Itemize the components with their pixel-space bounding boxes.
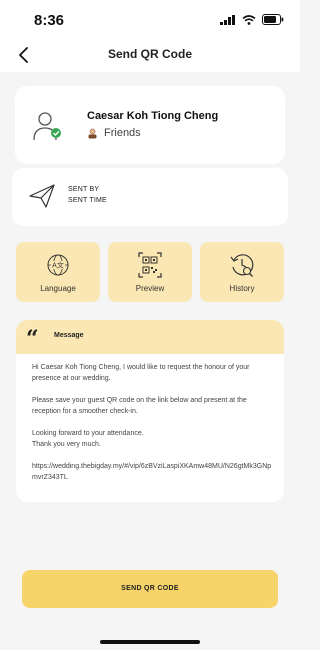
message-instructions: Please save your guest QR code on the li… <box>32 397 247 415</box>
relation-label: Friends <box>104 127 141 139</box>
wifi-icon <box>242 14 256 25</box>
history-button[interactable]: History <box>200 242 284 302</box>
avatar-icon <box>33 112 61 141</box>
history-icon <box>230 254 254 277</box>
message-body[interactable]: Hi Caesar Koh Tiong Cheng, I would like … <box>32 362 272 494</box>
history-label: History <box>229 284 255 293</box>
sent-info-card: SENT BY SENT TIME <box>12 168 288 226</box>
sent-by-label: SENT BY <box>68 186 100 193</box>
status-time: 8:36 <box>34 12 65 29</box>
message-greeting: Hi Caesar Koh Tiong Cheng, I would like … <box>32 364 250 382</box>
person-icon <box>88 128 97 138</box>
message-card: “ Message Hi Caesar Koh Tiong Cheng, I w… <box>16 320 284 502</box>
preview-button[interactable]: Preview <box>108 242 192 302</box>
contact-name: Caesar Koh Tiong Cheng <box>87 110 219 122</box>
contact-card[interactable]: Caesar Koh Tiong Cheng Friends <box>15 86 285 164</box>
preview-label: Preview <box>135 284 165 293</box>
message-closing-2: Thank you very much. <box>32 441 101 448</box>
language-icon: A文 <box>47 254 69 276</box>
language-label: Language <box>40 284 76 293</box>
relation-row: Friends <box>87 127 141 139</box>
svg-text:A文: A文 <box>52 261 64 270</box>
message-header: “ Message <box>16 320 284 354</box>
home-indicator <box>100 640 200 644</box>
status-icons <box>220 14 284 25</box>
message-link[interactable]: https://wedding.thebigday.my/#/vip/6zBVz… <box>32 461 272 483</box>
quote-icon: “ <box>26 326 39 352</box>
sent-time-label: SENT TIME <box>68 197 107 204</box>
page-title: Send QR Code <box>107 47 192 61</box>
header: Send QR Code <box>0 38 300 72</box>
send-qr-code-button[interactable]: SEND QR CODE <box>22 570 278 608</box>
paper-plane-icon <box>29 184 55 208</box>
message-title: Message <box>54 332 84 339</box>
signal-icon <box>220 14 235 25</box>
qr-preview-icon <box>138 252 162 278</box>
status-bar: 8:36 <box>0 0 300 38</box>
language-button[interactable]: A文 Language <box>16 242 100 302</box>
battery-icon <box>262 14 284 25</box>
message-closing-1: Looking forward to your attendance. <box>32 430 144 437</box>
